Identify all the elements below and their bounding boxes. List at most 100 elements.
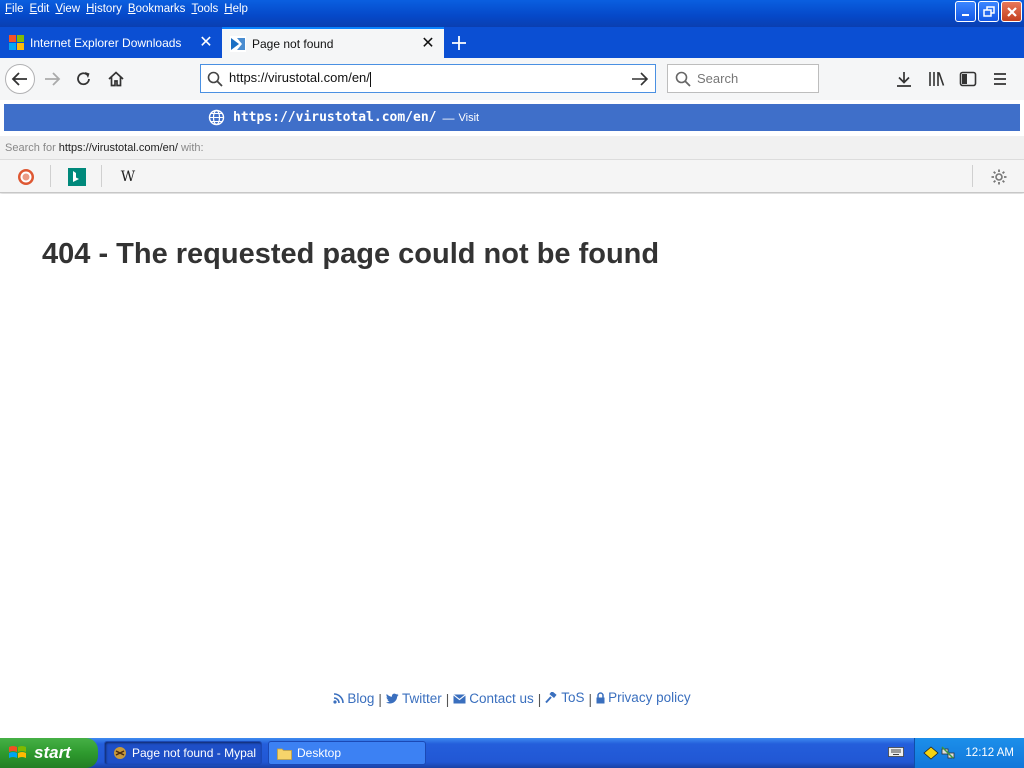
library-icon bbox=[929, 72, 945, 86]
menu-edit[interactable]: Edit bbox=[29, 3, 55, 15]
task-label: Page not found - Mypal bbox=[132, 746, 257, 760]
restore-icon bbox=[982, 5, 995, 17]
library-button[interactable] bbox=[920, 64, 952, 94]
footer-link-twitter[interactable]: Twitter bbox=[385, 691, 442, 706]
search-icon bbox=[207, 71, 223, 87]
start-label: start bbox=[34, 743, 71, 762]
mypal-icon bbox=[114, 747, 126, 759]
footer-link-blog[interactable]: Blog bbox=[333, 691, 374, 706]
downloads-button[interactable] bbox=[888, 64, 920, 94]
url-suggestion-row[interactable]: https://virustotal.com/en/ — Visit bbox=[4, 104, 1020, 131]
arrow-right-icon bbox=[45, 72, 61, 86]
windows-flag-icon bbox=[9, 746, 26, 758]
minimize-icon bbox=[961, 13, 969, 16]
back-button[interactable] bbox=[5, 64, 35, 94]
windows-logo-icon bbox=[8, 35, 24, 51]
plus-icon bbox=[452, 35, 466, 50]
search-settings-button[interactable] bbox=[988, 166, 1010, 188]
footer-link-contact[interactable]: Contact us bbox=[453, 691, 534, 706]
forward-button[interactable] bbox=[37, 64, 67, 94]
keyboard-icon bbox=[888, 747, 904, 757]
close-tab-icon[interactable]: ✕ bbox=[198, 34, 214, 51]
minimize-button[interactable] bbox=[955, 1, 976, 22]
footer-separator: | bbox=[378, 691, 382, 707]
footer-separator: | bbox=[537, 691, 542, 707]
security-alert-icon[interactable] bbox=[923, 746, 939, 760]
keyboard-language-button[interactable] bbox=[888, 746, 904, 761]
footer-separator: | bbox=[588, 691, 593, 707]
tab-label: Page not found bbox=[252, 36, 334, 51]
folder-icon bbox=[277, 748, 292, 760]
go-arrow-icon[interactable] bbox=[631, 71, 649, 87]
clock: 12:12 AM bbox=[965, 747, 1014, 759]
menu-file[interactable]: File bbox=[4, 3, 29, 15]
reload-button[interactable] bbox=[69, 64, 99, 94]
gavel-icon bbox=[545, 691, 557, 703]
navigation-toolbar: https://virustotal.com/en/ Search bbox=[0, 58, 1024, 100]
menu-bar: File Edit View History Bookmarks Tools H… bbox=[0, 0, 253, 17]
address-text: https://virustotal.com/en/ bbox=[229, 70, 371, 87]
virustotal-logo-icon bbox=[230, 35, 246, 52]
suggestion-separator: — bbox=[442, 110, 455, 125]
menu-button[interactable] bbox=[984, 64, 1016, 94]
envelope-icon bbox=[453, 693, 467, 703]
download-icon bbox=[897, 72, 911, 87]
new-tab-button[interactable] bbox=[444, 27, 474, 58]
search-for-query: https://virustotal.com/en/ bbox=[58, 141, 178, 154]
restore-button[interactable] bbox=[978, 1, 999, 22]
start-button[interactable]: start bbox=[0, 738, 98, 768]
suggestion-url: https://virustotal.com/en/ bbox=[233, 110, 437, 125]
network-icon[interactable] bbox=[941, 746, 955, 760]
divider bbox=[101, 165, 102, 187]
gear-icon bbox=[991, 169, 1007, 185]
menu-bookmarks[interactable]: Bookmarks bbox=[127, 3, 191, 15]
home-button[interactable] bbox=[101, 64, 131, 94]
sidebar-icon bbox=[959, 71, 977, 87]
footer-link-privacy[interactable]: Privacy policy bbox=[596, 690, 691, 705]
globe-icon bbox=[208, 109, 225, 126]
sidebar-button[interactable] bbox=[952, 64, 984, 94]
home-icon bbox=[108, 71, 124, 87]
divider bbox=[50, 165, 51, 187]
search-engines-bar: W bbox=[0, 160, 1024, 193]
tab-label: Internet Explorer Downloads bbox=[30, 35, 182, 50]
duckduckgo-icon bbox=[18, 169, 34, 185]
system-tray: 12:12 AM bbox=[914, 738, 1024, 768]
footer-link-tos[interactable]: ToS bbox=[545, 690, 585, 705]
search-for-prefix: Search for bbox=[5, 141, 56, 154]
search-for-row: Search for https://virustotal.com/en/ wi… bbox=[0, 136, 1024, 160]
taskbar-item-mypal[interactable]: Page not found - Mypal bbox=[104, 741, 262, 765]
arrow-left-icon bbox=[11, 72, 27, 86]
title-bar: File Edit View History Bookmarks Tools H… bbox=[0, 0, 1024, 27]
divider bbox=[972, 165, 973, 187]
wikipedia-icon[interactable]: W bbox=[117, 166, 139, 188]
close-window-button[interactable] bbox=[1001, 1, 1022, 22]
duckduckgo-engine-button[interactable] bbox=[15, 166, 37, 188]
hamburger-icon bbox=[994, 73, 1006, 85]
taskbar-item-desktop[interactable]: Desktop bbox=[268, 741, 426, 765]
address-bar[interactable]: https://virustotal.com/en/ bbox=[200, 64, 656, 93]
twitter-icon bbox=[385, 693, 399, 703]
tab-ie-downloads[interactable]: Internet Explorer Downloads ✕ bbox=[0, 27, 222, 58]
lock-icon bbox=[596, 691, 605, 703]
virustotal-logo[interactable] bbox=[42, 194, 362, 204]
suggestion-action: Visit bbox=[458, 111, 480, 124]
task-label: Desktop bbox=[297, 746, 342, 760]
toolbar-right bbox=[888, 64, 1016, 94]
menu-help[interactable]: Help bbox=[223, 3, 253, 15]
screen: { "menubar": { "items": ["File", "Edit",… bbox=[0, 0, 1024, 768]
tab-page-not-found[interactable]: Page not found ✕ bbox=[222, 27, 444, 58]
menu-view[interactable]: View bbox=[54, 3, 85, 15]
search-bar[interactable]: Search bbox=[667, 64, 819, 93]
window-controls bbox=[955, 1, 1022, 22]
taskbar: start Page not found - Mypal Desktop 12:… bbox=[0, 738, 1024, 768]
reload-icon bbox=[77, 72, 90, 86]
tab-strip: Internet Explorer Downloads ✕ Page not f… bbox=[0, 27, 1024, 58]
menu-history[interactable]: History bbox=[85, 3, 127, 15]
bing-engine-button[interactable] bbox=[66, 166, 88, 188]
page-content: 404 - The requested page could not be fo… bbox=[0, 194, 1024, 738]
search-placeholder: Search bbox=[697, 71, 739, 86]
menu-tools[interactable]: Tools bbox=[190, 3, 223, 15]
close-tab-icon[interactable]: ✕ bbox=[420, 35, 436, 52]
close-icon bbox=[1006, 6, 1017, 17]
